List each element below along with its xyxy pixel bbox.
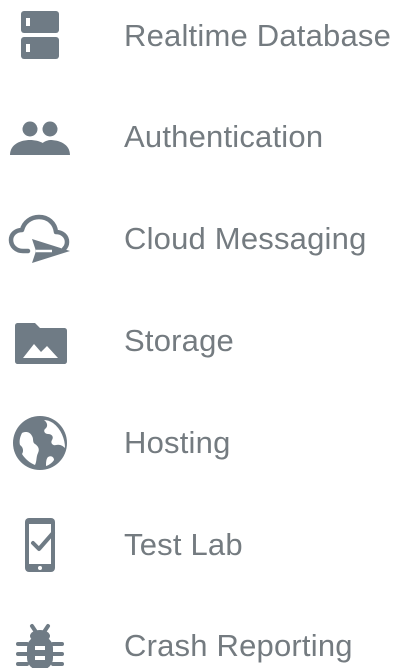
sidebar-item-cloud-messaging[interactable]: Cloud Messaging <box>0 203 411 275</box>
sidebar-item-label: Storage <box>124 323 234 358</box>
sidebar-item-label: Realtime Database <box>124 18 392 53</box>
sidebar-item-label: Authentication <box>124 119 324 154</box>
sidebar-item-label: Cloud Messaging <box>124 221 367 256</box>
sidebar-item-hosting[interactable]: Hosting <box>0 407 411 479</box>
cloud-send-icon <box>8 207 72 271</box>
sidebar-item-authentication[interactable]: Authentication <box>0 101 411 173</box>
people-icon <box>8 105 72 169</box>
sidebar-item-label: Hosting <box>124 425 231 460</box>
sidebar-item-crash-reporting[interactable]: Crash Reporting <box>0 610 411 668</box>
folder-image-icon <box>8 309 72 373</box>
phone-check-icon <box>8 513 72 577</box>
sidebar-item-realtime-database[interactable]: Realtime Database <box>0 0 411 72</box>
sidebar-item-label: Crash Reporting <box>124 628 353 663</box>
sidebar-menu: Realtime Database Authentication Cloud M… <box>0 0 411 668</box>
database-icon <box>8 4 72 68</box>
sidebar-item-test-lab[interactable]: Test Lab <box>0 509 411 581</box>
globe-icon <box>8 411 72 475</box>
sidebar-item-storage[interactable]: Storage <box>0 305 411 377</box>
sidebar-item-label: Test Lab <box>124 527 243 562</box>
bug-icon <box>8 614 72 668</box>
